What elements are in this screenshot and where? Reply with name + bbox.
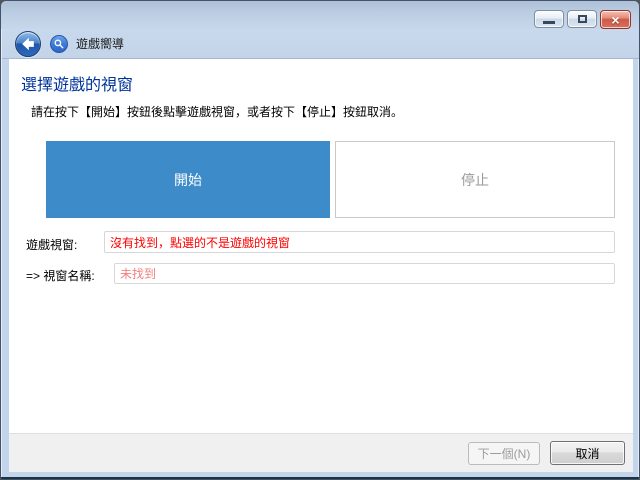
maximize-button[interactable] bbox=[567, 10, 597, 28]
main-content: 選擇遊戲的視窗 請在按下【開始】按鈕後點擊遊戲視窗，或者按下【停止】按鈕取消。 … bbox=[9, 59, 633, 433]
minimize-icon bbox=[543, 21, 555, 24]
window-bottom-edge bbox=[1, 477, 639, 479]
back-arrow-icon bbox=[22, 37, 34, 50]
magnifier-icon bbox=[50, 34, 68, 53]
instruction-text: 請在按下【開始】按鈕後點擊遊戲視窗，或者按下【停止】按鈕取消。 bbox=[31, 105, 404, 119]
game-window-label: 遊戲視窗: bbox=[26, 238, 78, 252]
title-bar[interactable]: × bbox=[1, 1, 639, 29]
window-name-label: => 視窗名稱: bbox=[26, 269, 95, 283]
stop-button[interactable]: 停止 bbox=[335, 141, 615, 218]
maximize-icon bbox=[577, 15, 587, 23]
footer-bar: 下一個(N) 取消 bbox=[9, 433, 633, 472]
window-name-field[interactable]: 未找到 bbox=[114, 263, 615, 284]
start-button[interactable]: 開始 bbox=[46, 141, 330, 218]
nav-bar: 遊戲嚮導 bbox=[2, 29, 639, 59]
close-icon: × bbox=[611, 11, 620, 28]
game-window-field[interactable]: 沒有找到，點選的不是遊戲的視窗 bbox=[104, 231, 615, 253]
back-button[interactable] bbox=[15, 30, 41, 57]
next-button[interactable]: 下一個(N) bbox=[468, 441, 540, 465]
wizard-window: × 遊戲嚮導 選擇遊戲的視窗 請在按下【開始】按鈕後點擊遊戲視窗，或者按下【停止… bbox=[0, 0, 640, 480]
section-heading: 選擇遊戲的視窗 bbox=[21, 77, 134, 94]
cancel-button[interactable]: 取消 bbox=[550, 441, 625, 465]
minimize-button[interactable] bbox=[534, 10, 564, 28]
window-controls: × bbox=[534, 10, 631, 29]
close-button[interactable]: × bbox=[600, 10, 631, 29]
page-title: 遊戲嚮導 bbox=[76, 37, 125, 51]
